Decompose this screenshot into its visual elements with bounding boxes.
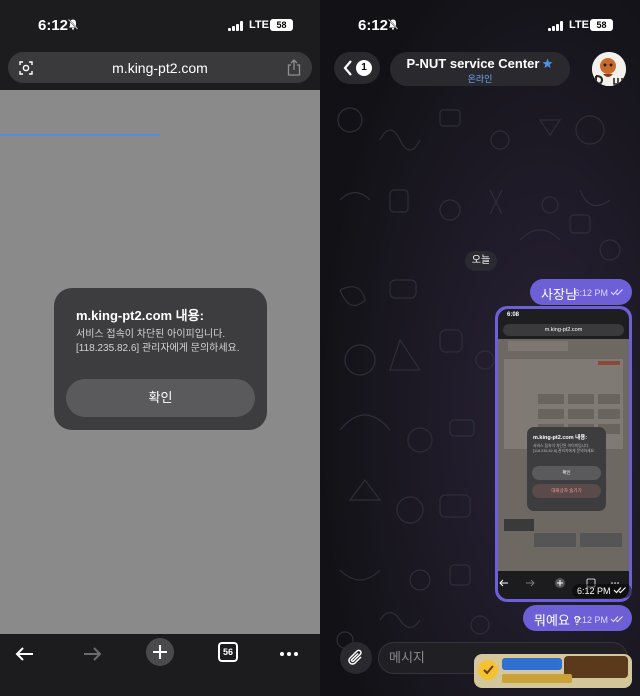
- message-text: 사장님: [541, 287, 577, 302]
- chevron-left-icon: [343, 60, 352, 76]
- shot-dialog-message: 서비스 접속이 차단된 아이피입니다. [118.235.82.6] 관리자에게…: [533, 444, 596, 453]
- bell-slash-icon: [68, 19, 78, 30]
- address-bar[interactable]: m.king-pt2.com: [8, 52, 312, 83]
- chat-title-row: P-NUT service Center: [390, 56, 570, 71]
- shot-status-bar: 6:08: [498, 309, 629, 323]
- signal-icon: [228, 21, 246, 31]
- message-time: 6:12 PM: [574, 615, 624, 625]
- image-message-time: 6:12 PM: [572, 584, 632, 598]
- date-divider: 오늘: [465, 251, 497, 271]
- shot-alert-dialog: m.king-pt2.com 내용: 서비스 접속이 차단된 아이피입니다. […: [527, 427, 606, 511]
- battery-icon: 58: [270, 19, 293, 31]
- status-bar: 6:12 LTE 58: [0, 0, 320, 46]
- back-button[interactable]: 1: [334, 52, 380, 84]
- watermark-logo: [474, 654, 632, 688]
- telegram-screen: 6:12 LTE 58 1 P-NUT service Center 온라인 오…: [320, 0, 640, 696]
- chat-status: 온라인: [467, 74, 493, 84]
- screenshot-thumbnail: 6:08 m.king-pt2.com m.king-pt2.com 내용: 서…: [498, 309, 629, 599]
- shot-url: m.king-pt2.com: [503, 324, 624, 336]
- verified-star-icon: [542, 58, 554, 69]
- double-check-icon: [610, 289, 623, 296]
- unread-count-badge: 1: [356, 60, 372, 76]
- shot-ok-button: 확인: [532, 466, 601, 480]
- tabs-button[interactable]: 56: [218, 642, 238, 662]
- share-icon[interactable]: [286, 59, 302, 76]
- page-load-progress: [0, 134, 160, 136]
- alert-dialog: m.king-pt2.com 내용: 서비스 접속이 차단된 아이피입니다. […: [54, 288, 267, 430]
- chat-title: P-NUT service Center: [406, 56, 540, 71]
- paperclip-icon: [348, 649, 362, 665]
- battery-icon: 58: [590, 19, 613, 31]
- back-arrow-icon[interactable]: [13, 642, 37, 666]
- dialog-ok-button[interactable]: 확인: [66, 379, 255, 417]
- more-icon[interactable]: [277, 642, 301, 666]
- shot-dialog-title: m.king-pt2.com 내용:: [533, 435, 588, 441]
- avatar[interactable]: [592, 52, 626, 86]
- message-time: 6:12 PM: [574, 288, 624, 298]
- outgoing-message[interactable]: 뭐예요 ? 6:12 PM: [523, 605, 632, 631]
- signal-icon: [548, 21, 566, 31]
- chat-header[interactable]: P-NUT service Center 온라인: [390, 52, 570, 86]
- browser-screen: 6:12 LTE 58 m.king-pt2.com m.king-pt2.co…: [0, 0, 320, 696]
- double-check-icon: [613, 587, 626, 594]
- url-text: m.king-pt2.com: [112, 60, 208, 76]
- shot-time: 6:08: [507, 312, 520, 318]
- dialog-title: m.king-pt2.com 내용:: [76, 308, 204, 323]
- shot-hide-dialogs-button: 대화상자 숨기기: [532, 484, 601, 498]
- dialog-message: 서비스 접속이 차단된 아이피입니다. [118.235.82.6] 관리자에게…: [76, 329, 240, 354]
- browser-toolbar: m.king-pt2.com: [0, 46, 320, 136]
- avatar-image: [592, 52, 626, 86]
- attach-button[interactable]: [340, 642, 372, 674]
- outgoing-message[interactable]: 사장님 6:12 PM: [530, 279, 632, 305]
- status-time: 6:12: [38, 17, 69, 34]
- network-label: LTE: [249, 19, 269, 31]
- image-message[interactable]: 6:08 m.king-pt2.com m.king-pt2.com 내용: 서…: [495, 306, 632, 602]
- network-label: LTE: [569, 19, 589, 31]
- browser-bottom-bar: 56: [0, 634, 320, 696]
- new-tab-button[interactable]: [146, 638, 174, 666]
- double-check-icon: [610, 616, 623, 623]
- plus-icon: [153, 645, 167, 659]
- forward-arrow-icon[interactable]: [80, 642, 104, 666]
- bell-slash-icon: [388, 19, 398, 30]
- status-time: 6:12: [358, 17, 389, 34]
